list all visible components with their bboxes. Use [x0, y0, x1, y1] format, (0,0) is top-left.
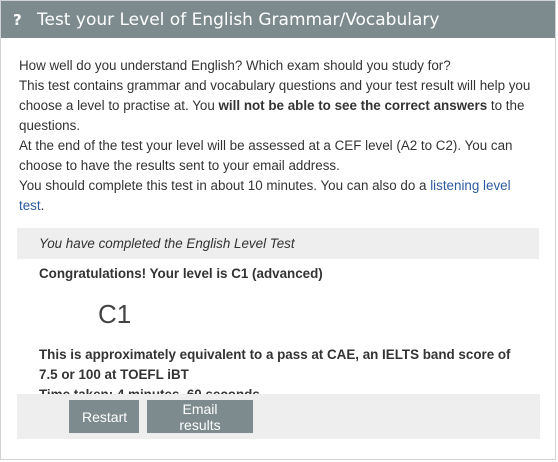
equivalence-text: This is approximately equivalent to a pa… [39, 347, 511, 382]
level-test-panel: ? Test your Level of English Grammar/Voc… [0, 0, 556, 460]
intro-bold-note: will not be able to see the correct answ… [218, 98, 488, 113]
intro-line-2: This test contains grammar and vocabular… [19, 78, 531, 133]
intro-line-1: How well do you understand English? Whic… [19, 58, 451, 73]
congratulations-text: Congratulations! Your level is C1 (advan… [39, 266, 323, 281]
level-result: C1 [98, 299, 132, 329]
panel-title: Test your Level of English Grammar/Vocab… [37, 9, 440, 30]
intro-line-4: You should complete this test in about 1… [19, 178, 511, 213]
panel-header: ? Test your Level of English Grammar/Voc… [1, 1, 555, 38]
intro-text: How well do you understand English? Whic… [1, 38, 555, 216]
email-results-button[interactable]: Email results [147, 400, 253, 433]
restart-button[interactable]: Restart [69, 400, 139, 433]
completion-status: You have completed the English Level Tes… [17, 228, 539, 259]
question-icon: ? [13, 10, 22, 29]
actions-bar: Restart Email results [17, 394, 540, 439]
intro-line-3: At the end of the test your level will b… [19, 138, 513, 173]
